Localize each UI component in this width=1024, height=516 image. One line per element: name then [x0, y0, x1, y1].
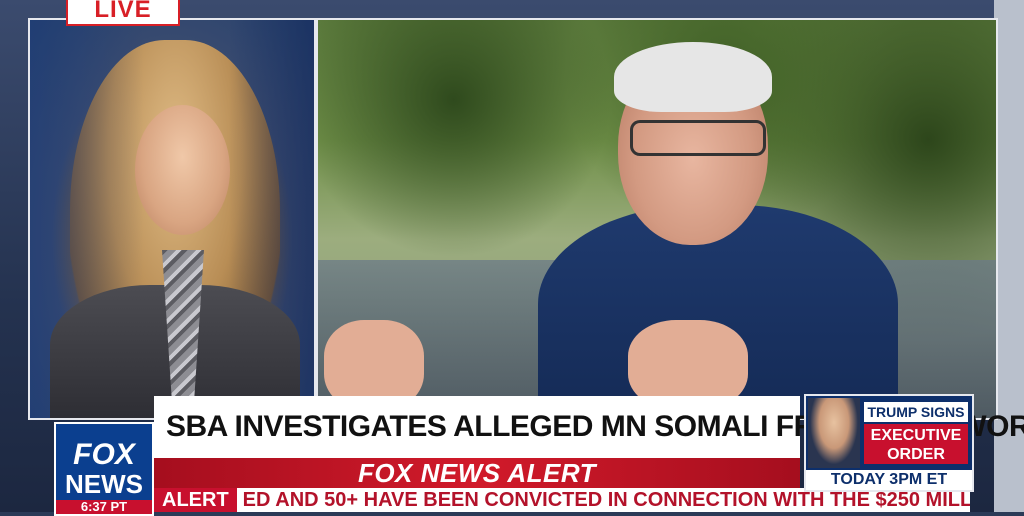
logo-news-text: NEWS [65, 469, 143, 499]
fox-news-logo: FOX NEWS 6:37 PT [54, 422, 154, 516]
anchor-face [135, 105, 230, 235]
logo-fox-text: FOX [73, 438, 135, 471]
ticker-tag: ALERT [154, 488, 237, 512]
promo-box: TRUMP SIGNS EXECUTIVE ORDER TODAY 3PM ET [804, 394, 974, 492]
anchor-video-panel [28, 18, 316, 420]
speaker-hair [614, 42, 772, 112]
promo-line-3: TODAY 3PM ET [806, 470, 972, 490]
alert-bar-text: FOX NEWS ALERT [357, 457, 597, 488]
live-badge: LIVE [66, 0, 180, 26]
promo-thumbnail [808, 398, 860, 468]
promo-line-1: TRUMP SIGNS [864, 402, 968, 422]
speaker-glasses [630, 120, 766, 156]
live-label: LIVE [94, 0, 152, 23]
fox-news-alert-bar: FOX NEWS ALERT [154, 458, 800, 488]
field-video-panel [316, 18, 998, 420]
promo-line-2: EXECUTIVE ORDER [864, 424, 968, 464]
headline-banner: SBA INVESTIGATES ALLEGED MN SOMALI FRAUD… [154, 396, 1024, 458]
